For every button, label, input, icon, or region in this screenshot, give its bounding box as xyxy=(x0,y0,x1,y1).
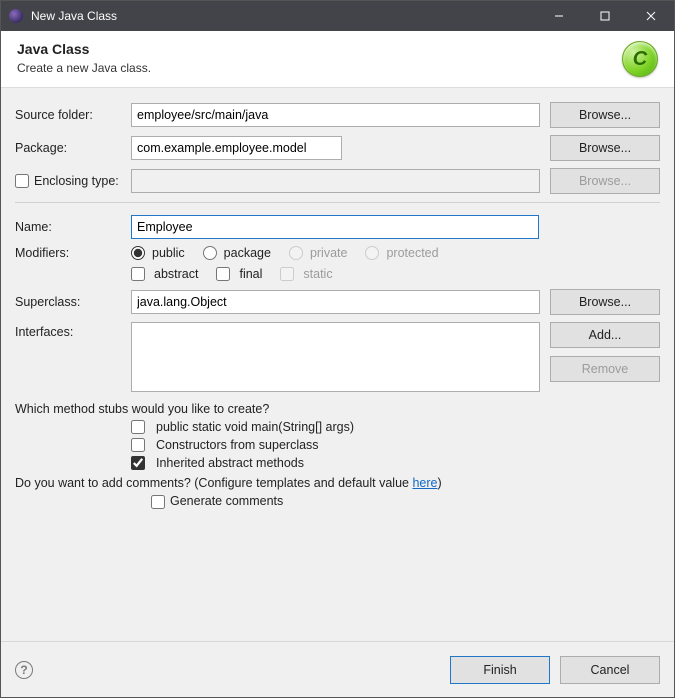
stub-constructors-label: Constructors from superclass xyxy=(156,438,319,452)
interfaces-list[interactable] xyxy=(131,322,540,392)
interfaces-remove-button: Remove xyxy=(550,356,660,382)
cancel-button[interactable]: Cancel xyxy=(560,656,660,684)
stub-inherited-label: Inherited abstract methods xyxy=(156,456,304,470)
generate-comments-checkbox[interactable] xyxy=(151,495,165,509)
wizard-header: Java Class Create a new Java class. C xyxy=(1,31,674,88)
form-body: Source folder: Browse... Package: Browse… xyxy=(1,88,674,641)
superclass-label: Superclass: xyxy=(15,295,131,309)
source-folder-input[interactable] xyxy=(131,103,540,127)
modifiers-label: Modifiers: xyxy=(15,246,131,260)
modifier-abstract-checkbox[interactable]: abstract xyxy=(131,267,198,281)
enclosing-type-browse-button: Browse... xyxy=(550,168,660,194)
comments-question: Do you want to add comments? (Configure … xyxy=(15,476,660,490)
name-label: Name: xyxy=(15,220,131,234)
modifier-public-radio[interactable]: public xyxy=(131,246,185,260)
footer: ? Finish Cancel xyxy=(1,641,674,697)
enclosing-type-checkbox[interactable] xyxy=(15,174,29,188)
separator-1 xyxy=(15,202,660,203)
stubs-question: Which method stubs would you like to cre… xyxy=(15,402,660,416)
header-title: Java Class xyxy=(17,41,658,57)
header-subtitle: Create a new Java class. xyxy=(17,61,658,75)
interfaces-add-button[interactable]: Add... xyxy=(550,322,660,348)
modifier-private-radio: private xyxy=(289,246,348,260)
modifier-final-checkbox[interactable]: final xyxy=(216,267,262,281)
maximize-button[interactable] xyxy=(582,1,628,31)
source-folder-label: Source folder: xyxy=(15,108,131,122)
modifier-package-radio[interactable]: package xyxy=(203,246,271,260)
help-icon[interactable]: ? xyxy=(15,661,33,679)
close-button[interactable] xyxy=(628,1,674,31)
source-folder-browse-button[interactable]: Browse... xyxy=(550,102,660,128)
generate-comments-label: Generate comments xyxy=(170,494,283,508)
name-input[interactable] xyxy=(131,215,539,239)
class-icon: C xyxy=(622,41,658,77)
modifier-protected-radio: protected xyxy=(365,246,438,260)
minimize-button[interactable] xyxy=(536,1,582,31)
package-input[interactable] xyxy=(131,136,342,160)
interfaces-label: Interfaces: xyxy=(15,322,131,339)
enclosing-type-input xyxy=(131,169,540,193)
finish-button[interactable]: Finish xyxy=(450,656,550,684)
enclosing-type-label: Enclosing type: xyxy=(34,174,131,188)
superclass-input[interactable] xyxy=(131,290,540,314)
stub-inherited-checkbox[interactable] xyxy=(131,456,145,470)
package-browse-button[interactable]: Browse... xyxy=(550,135,660,161)
modifier-static-checkbox: static xyxy=(280,267,332,281)
stub-constructors-checkbox[interactable] xyxy=(131,438,145,452)
package-label: Package: xyxy=(15,141,131,155)
configure-here-link[interactable]: here xyxy=(412,476,437,490)
window-title: New Java Class xyxy=(31,9,536,23)
title-bar: New Java Class xyxy=(1,1,674,31)
eclipse-icon xyxy=(9,9,23,23)
stub-main-checkbox[interactable] xyxy=(131,420,145,434)
stub-main-label: public static void main(String[] args) xyxy=(156,420,354,434)
superclass-browse-button[interactable]: Browse... xyxy=(550,289,660,315)
